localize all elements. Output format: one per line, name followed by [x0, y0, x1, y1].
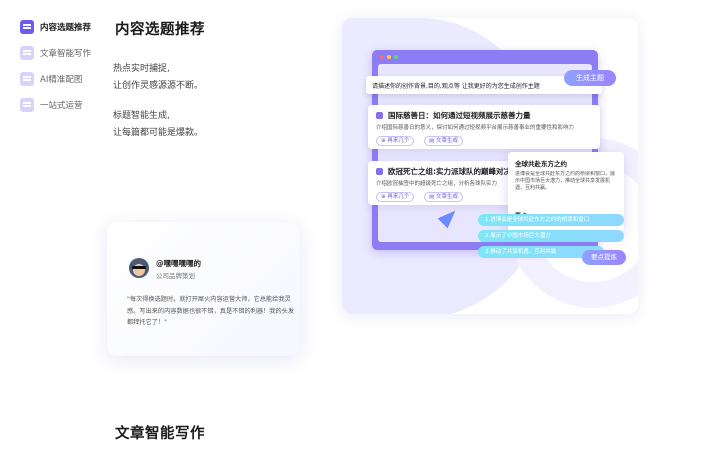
generate-article-button[interactable]: ▤ 文章生成: [424, 136, 463, 146]
sidebar-item-topic-recommend[interactable]: 内容选题推荐: [20, 14, 110, 40]
avatar: [129, 258, 149, 278]
sidebar-item-label: 一站式运营: [40, 101, 83, 111]
more-button-label: 再来几个: [387, 138, 410, 144]
generate-article-label: 文章生成: [435, 194, 458, 200]
sidebar-item-ai-image[interactable]: AI精准配图: [20, 66, 110, 92]
section-title-text: 内容选题推荐: [115, 22, 205, 38]
sidebar-item-operations[interactable]: 一站式运营: [20, 92, 110, 118]
key-point: 2.展示了中国市场巨大潜力: [478, 230, 624, 242]
description-line: 标题智能生成,: [113, 111, 170, 121]
sidebar-item-label: 内容选题推荐: [40, 23, 92, 33]
testimonial-card: @嘿嘿嘿嘿的 公司品牌策划 "每次得换选题时，就打开犀火内容运营大师，它总能给我…: [107, 222, 300, 356]
generate-topic-button[interactable]: 生成主题: [564, 70, 616, 86]
section-title: 文章智能写作: [115, 422, 205, 446]
generate-article-button[interactable]: ▤ 文章生成: [424, 192, 463, 202]
sidebar-item-article-writing[interactable]: 文章智能写作: [20, 40, 110, 66]
minimize-dot-icon: [387, 55, 391, 59]
generate-article-label: 文章生成: [435, 138, 458, 144]
section-title-text: 文章智能写作: [115, 426, 205, 442]
more-button-label: 再来几个: [387, 194, 410, 200]
topic-bullet-icon: [376, 112, 383, 119]
maximize-dot-icon: [394, 55, 398, 59]
section-title: 内容选题推荐: [115, 18, 205, 42]
feature-description: 热点实时捕捉, 让创作灵感源源不断。: [113, 61, 203, 95]
key-point: 1.进博会是全球共赴东方之约的桥梁和窗口: [478, 214, 624, 226]
summary-body: 进博会是全球共赴东方之约的桥梁和窗口，展示中国市场巨大潜力，推动全球共享发展机遇…: [515, 171, 616, 192]
topic-title: 国际慈善日：如何通过短视频展示慈善力量: [388, 111, 531, 120]
image-icon: [20, 72, 34, 86]
description-line: 让每篇都可能是爆款。: [113, 128, 204, 138]
sidebar-item-label: AI精准配图: [40, 75, 83, 85]
more-button[interactable]: ⊕ 再来几个: [376, 192, 415, 202]
sidebar-item-label: 文章智能写作: [40, 49, 92, 59]
testimonial-role: 公司品牌策划: [156, 272, 195, 280]
window-controls: [380, 55, 398, 59]
page: 内容选题推荐 文章智能写作 AI精准配图 一站式运营 内容选题推荐 热点实时捕捉…: [0, 0, 720, 450]
feature-description: 标题智能生成, 让每篇都可能是爆款。: [113, 108, 203, 142]
demo-panel: 请描述你的创作背景,目的,观点等 让我更好的为您生成创作主题 生成主题 国际慈善…: [342, 18, 638, 314]
topic-result-card: 国际慈善日：如何通过短视频展示慈善力量 介绍国际慈善日的意义，探讨如何通过短视频…: [368, 105, 600, 149]
operations-icon: [20, 98, 34, 112]
topic-icon: [20, 20, 34, 34]
testimonial-name: @嘿嘿嘿嘿的: [156, 259, 201, 268]
extract-key-points-button[interactable]: 要点提炼: [582, 250, 626, 265]
topic-bullet-icon: [376, 168, 383, 175]
close-dot-icon: [380, 55, 384, 59]
testimonial-quote: "每次得换选题时，就打开犀火内容运营大师，它总能给我灵感。写出来的内容数据也很不…: [127, 296, 295, 326]
description-line: 热点实时捕捉,: [113, 64, 170, 74]
document-icon: [20, 46, 34, 60]
more-button[interactable]: ⊕ 再来几个: [376, 136, 415, 146]
sidebar: 内容选题推荐 文章智能写作 AI精准配图 一站式运营: [20, 14, 110, 118]
topic-subtitle: 介绍国际慈善日的意义，探讨如何通过短视频平台展示慈善事业的重要性和影响力: [376, 125, 575, 131]
description-line: 让创作灵感源源不断。: [113, 81, 204, 91]
summary-title: 全球共赴东方之约: [515, 160, 567, 168]
